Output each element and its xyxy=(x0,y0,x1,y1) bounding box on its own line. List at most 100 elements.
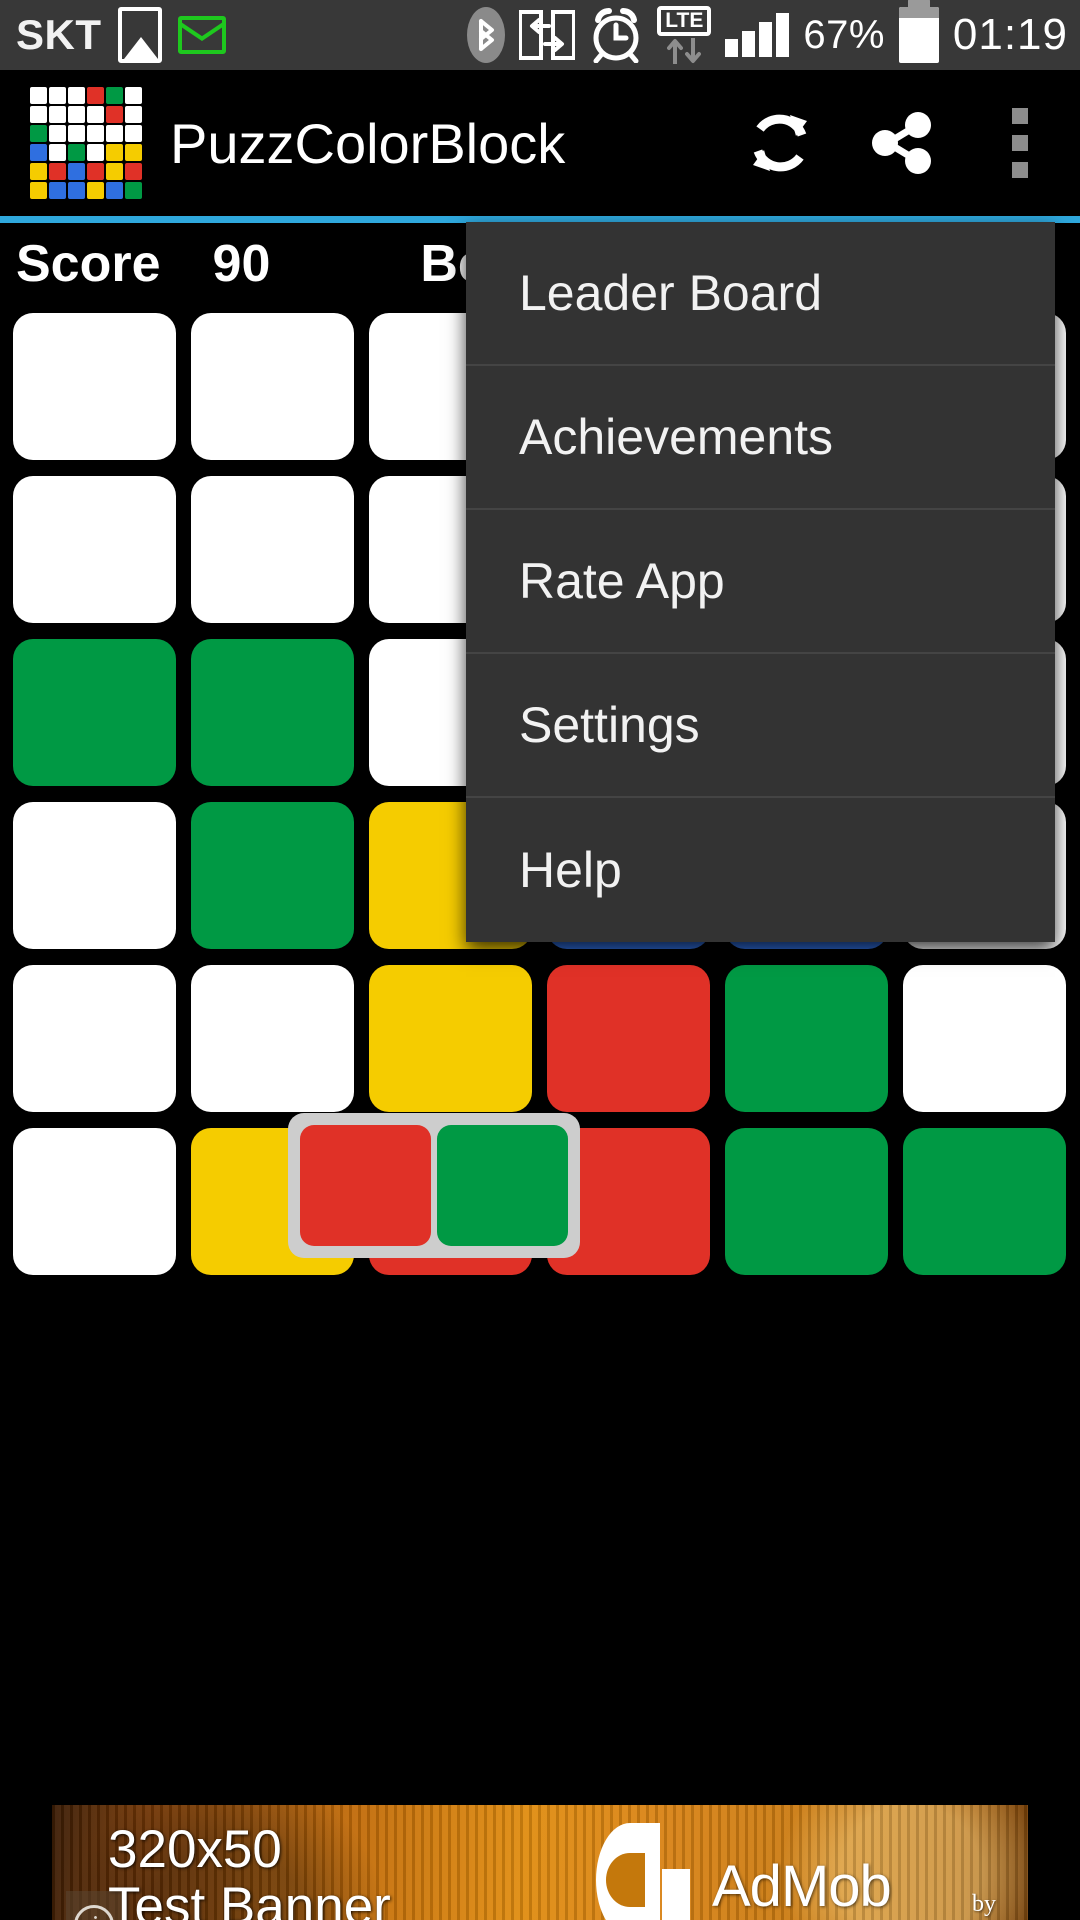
piece-cell[interactable] xyxy=(437,1125,568,1246)
ad-brand-by: by Google xyxy=(972,1891,1028,1920)
status-bar: SKT LTE 67% 01:19 xyxy=(0,0,1080,70)
app-logo-cell xyxy=(49,182,66,199)
app-logo-icon xyxy=(30,87,142,199)
action-bar: PuzzColorBlock xyxy=(0,70,1080,216)
status-bar-left: SKT xyxy=(0,7,226,63)
menu-item-settings[interactable]: Settings xyxy=(466,654,1055,798)
app-logo-cell xyxy=(125,87,142,104)
ad-text-line1: 320x50 xyxy=(108,1820,282,1879)
phone-screen: SKT LTE 67% 01:19 PuzzColorBlock Score 9… xyxy=(0,0,1080,1920)
active-piece[interactable] xyxy=(288,1113,580,1258)
app-logo-cell xyxy=(125,182,142,199)
clock-label: 01:19 xyxy=(952,10,1068,59)
board-cell[interactable] xyxy=(191,965,354,1112)
alarm-icon xyxy=(589,7,643,64)
board-cell[interactable] xyxy=(191,639,354,786)
lte-icon: LTE xyxy=(657,6,712,64)
app-logo-cell xyxy=(30,163,47,180)
app-logo-cell xyxy=(106,106,123,123)
board-cell[interactable] xyxy=(369,965,532,1112)
board-cell[interactable] xyxy=(725,965,888,1112)
app-logo-cell xyxy=(68,125,85,142)
ad-brand: AdMob xyxy=(712,1854,892,1919)
app-logo-cell xyxy=(68,87,85,104)
share-button[interactable] xyxy=(840,70,960,216)
app-logo-cell xyxy=(30,87,47,104)
app-logo-cell xyxy=(87,144,104,161)
ad-info-button[interactable]: i xyxy=(66,1891,122,1920)
app-logo-cell xyxy=(106,87,123,104)
app-logo-cell xyxy=(106,163,123,180)
board-cell[interactable] xyxy=(725,1128,888,1275)
carrier-label: SKT xyxy=(16,11,102,58)
app-logo-cell xyxy=(106,182,123,199)
app-logo-cell xyxy=(125,144,142,161)
share-icon xyxy=(872,112,931,174)
app-logo-cell xyxy=(49,125,66,142)
ad-banner[interactable]: 320x50 Test Banner i AdMob by Google xyxy=(52,1805,1028,1920)
app-logo-cell xyxy=(49,163,66,180)
menu-item-rate-app[interactable]: Rate App xyxy=(466,510,1055,654)
app-logo-cell xyxy=(49,106,66,123)
board-cell[interactable] xyxy=(13,639,176,786)
overflow-button[interactable] xyxy=(960,70,1080,216)
ad-text-line2: Test Banner xyxy=(108,1877,391,1920)
app-logo-cell xyxy=(68,144,85,161)
ad-text: 320x50 Test Banner xyxy=(108,1821,391,1920)
app-logo-cell xyxy=(125,125,142,142)
board-cell[interactable] xyxy=(903,1128,1066,1275)
overflow-menu[interactable]: Leader Board Achievements Rate App Settings… xyxy=(466,222,1055,942)
overflow-dots-icon xyxy=(1012,108,1028,178)
app-logo-cell xyxy=(87,125,104,142)
menu-item-help[interactable]: Help xyxy=(466,798,1055,942)
refresh-button[interactable] xyxy=(720,70,840,216)
info-icon: i xyxy=(74,1905,114,1920)
battery-icon xyxy=(898,0,939,63)
battery-percent-label: 67% xyxy=(803,12,885,57)
board-cell[interactable] xyxy=(191,313,354,460)
app-logo-cell xyxy=(30,106,47,123)
signal-icon xyxy=(725,13,790,57)
data-redirect-icon xyxy=(518,10,577,60)
bluetooth-icon xyxy=(467,7,506,63)
board-cell[interactable] xyxy=(13,1128,176,1275)
board-cell[interactable] xyxy=(13,965,176,1112)
app-logo-cell xyxy=(106,125,123,142)
board-cell[interactable] xyxy=(13,802,176,949)
board-cell[interactable] xyxy=(903,965,1066,1112)
score-label: Score xyxy=(16,235,161,293)
app-logo-cell xyxy=(30,144,47,161)
board-cell[interactable] xyxy=(547,965,710,1112)
refresh-icon xyxy=(753,114,807,172)
app-logo-cell xyxy=(87,87,104,104)
board-cell[interactable] xyxy=(191,802,354,949)
data-arrows-icon xyxy=(667,38,702,64)
app-logo-cell xyxy=(30,182,47,199)
board-cell[interactable] xyxy=(13,476,176,623)
menu-item-achievements[interactable]: Achievements xyxy=(466,366,1055,510)
board-cell[interactable] xyxy=(191,476,354,623)
app-logo-cell xyxy=(30,125,47,142)
app-logo-cell xyxy=(68,182,85,199)
piece-cell[interactable] xyxy=(300,1125,431,1246)
status-bar-right: LTE 67% 01:19 xyxy=(467,0,1080,64)
mail-icon xyxy=(177,16,226,54)
app-logo-cell xyxy=(68,163,85,180)
app-logo-cell xyxy=(87,106,104,123)
app-title: PuzzColorBlock xyxy=(170,111,566,175)
app-logo-cell xyxy=(68,106,85,123)
gallery-icon xyxy=(117,7,162,63)
lte-label: LTE xyxy=(657,6,712,36)
app-logo-cell xyxy=(49,87,66,104)
app-logo-cell xyxy=(125,163,142,180)
action-bar-buttons xyxy=(720,70,1080,216)
app-logo-cell xyxy=(49,144,66,161)
app-logo-cell xyxy=(87,163,104,180)
score-value: 90 xyxy=(212,235,271,293)
app-logo-cell xyxy=(125,106,142,123)
app-logo-cell xyxy=(87,182,104,199)
menu-item-leader-board[interactable]: Leader Board xyxy=(466,222,1055,366)
admob-logo-icon xyxy=(596,1823,690,1920)
app-logo-cell xyxy=(106,144,123,161)
board-cell[interactable] xyxy=(13,313,176,460)
